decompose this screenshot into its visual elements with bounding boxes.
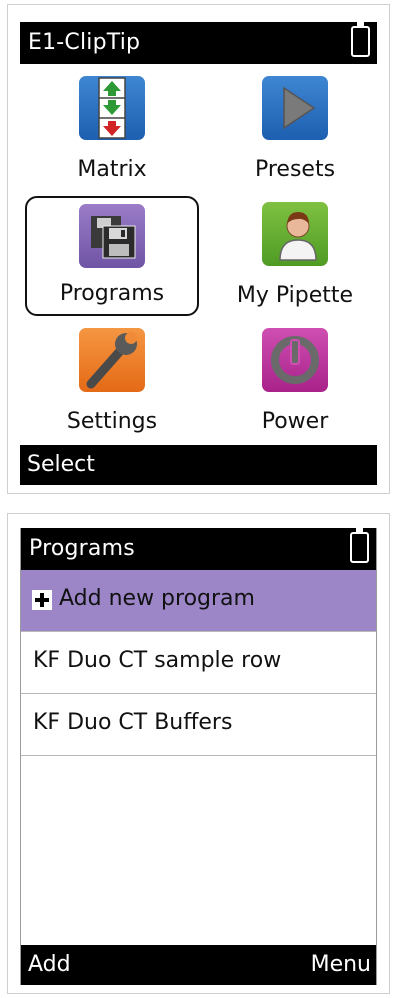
tile-label: Power <box>261 409 329 434</box>
wrench-icon <box>79 328 145 392</box>
softkey-bar: Select <box>20 445 377 485</box>
tile-label: Settings <box>66 409 158 434</box>
list-item-label: KF Duo CT Buffers <box>33 710 233 735</box>
tile-matrix[interactable]: Matrix <box>25 70 199 190</box>
tile-label: Matrix <box>77 157 147 182</box>
title-bar: Programs <box>21 528 376 570</box>
tile-label: Programs <box>59 281 165 306</box>
programs-screen-panel: Programs Add new program KF Duo CT sampl… <box>7 513 390 994</box>
softkey-bar: Add Menu <box>21 945 376 985</box>
home-screen: E1-ClipTip Matrix Presets Programs My Pi… <box>20 22 377 485</box>
plus-icon <box>32 590 52 610</box>
title-bar: E1-ClipTip <box>20 22 377 64</box>
add-new-program-item[interactable]: Add new program <box>21 570 376 632</box>
list-item[interactable]: KF Duo CT Buffers <box>21 694 376 756</box>
list-item-label: KF Duo CT sample row <box>33 648 282 673</box>
softkey-add[interactable]: Add <box>28 952 71 977</box>
softkey-menu[interactable]: Menu <box>311 952 371 977</box>
floppy-disk-icon <box>79 204 145 268</box>
softkey-select[interactable]: Select <box>27 452 95 477</box>
battery-icon <box>350 528 369 563</box>
matrix-icon <box>79 76 145 140</box>
programs-screen: Programs Add new program KF Duo CT sampl… <box>20 528 377 985</box>
tile-presets[interactable]: Presets <box>208 70 382 190</box>
battery-icon <box>351 22 370 57</box>
screen-title: Programs <box>29 536 135 561</box>
tile-my-pipette[interactable]: My Pipette <box>208 196 382 316</box>
list-item[interactable]: KF Duo CT sample row <box>21 632 376 694</box>
tile-power[interactable]: Power <box>208 322 382 442</box>
home-screen-panel: E1-ClipTip Matrix Presets Programs My Pi… <box>7 4 390 494</box>
tile-settings[interactable]: Settings <box>25 322 199 442</box>
list-item-label: Add new program <box>59 586 255 611</box>
power-icon <box>262 328 328 392</box>
play-icon <box>262 76 328 140</box>
tile-programs[interactable]: Programs <box>25 196 199 316</box>
screen-title: E1-ClipTip <box>28 30 141 55</box>
user-icon <box>262 202 328 266</box>
tile-label: My Pipette <box>236 283 354 308</box>
tile-label: Presets <box>254 157 336 182</box>
